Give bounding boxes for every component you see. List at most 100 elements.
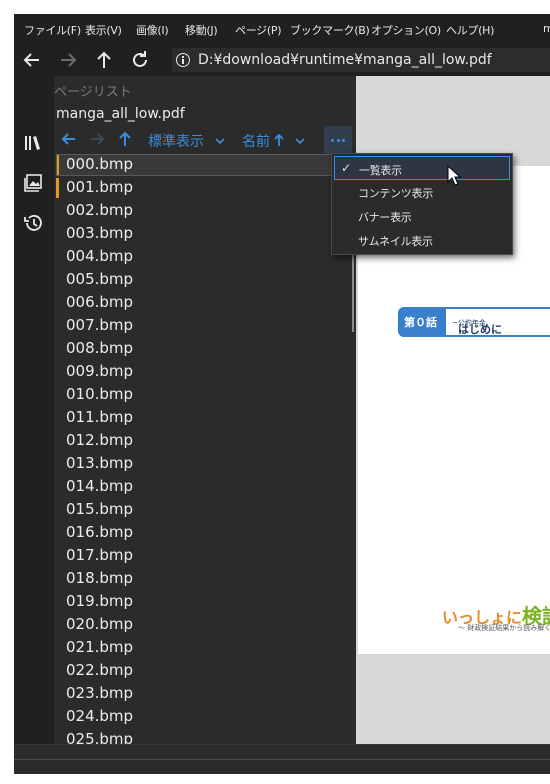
mouse-cursor-icon [447, 165, 461, 186]
list-item-label: 002.bmp [66, 201, 134, 219]
list-item[interactable]: 015.bmp [56, 499, 354, 521]
panel-forward-button[interactable] [88, 130, 106, 154]
list-item[interactable]: 000.bmp [56, 154, 354, 176]
arrow-left-icon [61, 133, 75, 145]
list-item-label: 011.bmp [66, 408, 134, 426]
list-item[interactable]: 012.bmp [56, 430, 354, 452]
view-style-context-menu: ✓ 一覧表示コンテンツ表示 バナー表示サムネイル表示 [331, 153, 513, 255]
chapter-title-box: はじめに ~公約年金、 [444, 307, 550, 337]
list-item[interactable]: 024.bmp [56, 706, 354, 728]
menu-move[interactable]: 移動(J) [185, 22, 218, 38]
status-bar [14, 744, 550, 774]
menu-option-label: バナー表示 [358, 211, 412, 224]
list-item[interactable]: 014.bmp [56, 476, 354, 498]
list-item[interactable]: 007.bmp [56, 315, 354, 337]
refresh-icon [133, 51, 147, 67]
more-dot [336, 139, 340, 142]
menu-options[interactable]: オプション(O) [371, 22, 441, 38]
list-item-label: 016.bmp [66, 523, 134, 541]
list-item-label: 012.bmp [66, 431, 134, 449]
list-item-label: 013.bmp [66, 454, 134, 472]
list-item[interactable]: 006.bmp [56, 292, 354, 314]
view-mode-dropdown[interactable]: 標準表示 [148, 131, 204, 151]
list-item-label: 008.bmp [66, 339, 134, 357]
app-window: ファイル(F) 表示(V) 画像(I) 移動(J) ページ(P) ブックマーク(… [14, 14, 550, 774]
list-item[interactable]: 001.bmp [56, 177, 354, 199]
navigation-bar: D:¥download¥runtime¥manga_all_low.pdf [14, 44, 550, 76]
back-button[interactable] [20, 48, 44, 72]
address-bar[interactable]: D:¥download¥runtime¥manga_all_low.pdf [172, 48, 550, 72]
arrow-up-icon [97, 51, 111, 68]
image-list-button[interactable] [22, 172, 44, 194]
list-item[interactable]: 011.bmp [56, 407, 354, 429]
list-item-label: 003.bmp [66, 224, 134, 242]
list-item[interactable]: 004.bmp [56, 246, 354, 268]
panel-up-button[interactable] [116, 130, 134, 154]
menu-option[interactable]: バナー表示 [334, 204, 510, 228]
history-button[interactable] [22, 212, 44, 234]
list-item[interactable]: 023.bmp [56, 683, 354, 705]
page-list-panel: ページリスト manga_all_low.pdf 標準表示 名前 000.bmp… [54, 76, 356, 744]
panel-file-name: manga_all_low.pdf [56, 106, 185, 122]
list-item[interactable]: 020.bmp [56, 614, 354, 636]
panel-back-button[interactable] [60, 130, 78, 154]
reload-button[interactable] [128, 48, 152, 72]
menu-page[interactable]: ページ(P) [235, 22, 282, 38]
list-item[interactable]: 003.bmp [56, 223, 354, 245]
list-item-label: 018.bmp [66, 569, 134, 587]
sort-dropdown[interactable]: 名前 [242, 131, 270, 151]
list-item[interactable]: 019.bmp [56, 591, 354, 613]
list-item[interactable]: 009.bmp [56, 361, 354, 383]
menu-view[interactable]: 表示(V) [85, 22, 122, 38]
list-item[interactable]: 021.bmp [56, 637, 354, 659]
chapter-number: 第０話 [404, 316, 437, 329]
status-divider [14, 759, 550, 760]
list-item[interactable]: 013.bmp [56, 453, 354, 475]
list-item[interactable]: 016.bmp [56, 522, 354, 544]
menu-option[interactable]: コンテンツ表示 [334, 180, 510, 204]
list-item[interactable]: 025.bmp [56, 729, 354, 744]
list-item-label: 022.bmp [66, 661, 134, 679]
list-item[interactable]: 017.bmp [56, 545, 354, 567]
list-item[interactable]: 022.bmp [56, 660, 354, 682]
menu-option[interactable]: サムネイル表示 [334, 228, 510, 252]
history-icon [24, 215, 42, 231]
list-item[interactable]: 008.bmp [56, 338, 354, 360]
list-item-label: 004.bmp [66, 247, 134, 265]
list-item-label: 020.bmp [66, 615, 134, 633]
list-item[interactable]: 018.bmp [56, 568, 354, 590]
list-item[interactable]: 010.bmp [56, 384, 354, 406]
logo-subtitle: 〜 財政検証結果から読み解く [458, 624, 550, 632]
list-item-label: 007.bmp [66, 316, 134, 334]
arrow-right-icon [61, 53, 77, 67]
list-item-label: 006.bmp [66, 293, 134, 311]
list-item-label: 024.bmp [66, 707, 134, 725]
menu-option[interactable]: ✓ 一覧表示 [334, 156, 510, 180]
images-icon [24, 174, 42, 192]
list-item-label: 015.bmp [66, 500, 134, 518]
arrow-up-icon [119, 131, 131, 146]
checkmark-icon: ✓ [341, 161, 352, 175]
menu-option-label: コンテンツ表示 [358, 187, 433, 200]
menu-overflow[interactable]: m [543, 22, 550, 35]
bookmark-marker [56, 178, 59, 198]
library-icon [25, 136, 40, 150]
menu-help[interactable]: ヘルプ(H) [446, 22, 494, 38]
forward-button[interactable] [56, 48, 80, 72]
list-item-label: 009.bmp [66, 362, 134, 380]
menu-bookmark[interactable]: ブックマーク(B) [290, 22, 370, 38]
chevron-down-icon [215, 138, 225, 145]
more-dot [331, 139, 334, 142]
sort-ascending-icon [274, 133, 284, 146]
list-item-label: 021.bmp [66, 638, 134, 656]
menu-image[interactable]: 画像(I) [136, 22, 169, 38]
menu-file[interactable]: ファイル(F) [24, 22, 81, 38]
more-options-button[interactable] [324, 126, 352, 154]
panel-title: ページリスト [54, 85, 132, 100]
list-item-label: 001.bmp [66, 178, 134, 196]
library-button[interactable] [22, 132, 44, 154]
list-item[interactable]: 002.bmp [56, 200, 354, 222]
chapter-title: はじめに [458, 323, 502, 336]
list-item[interactable]: 005.bmp [56, 269, 354, 291]
up-button[interactable] [92, 48, 116, 72]
